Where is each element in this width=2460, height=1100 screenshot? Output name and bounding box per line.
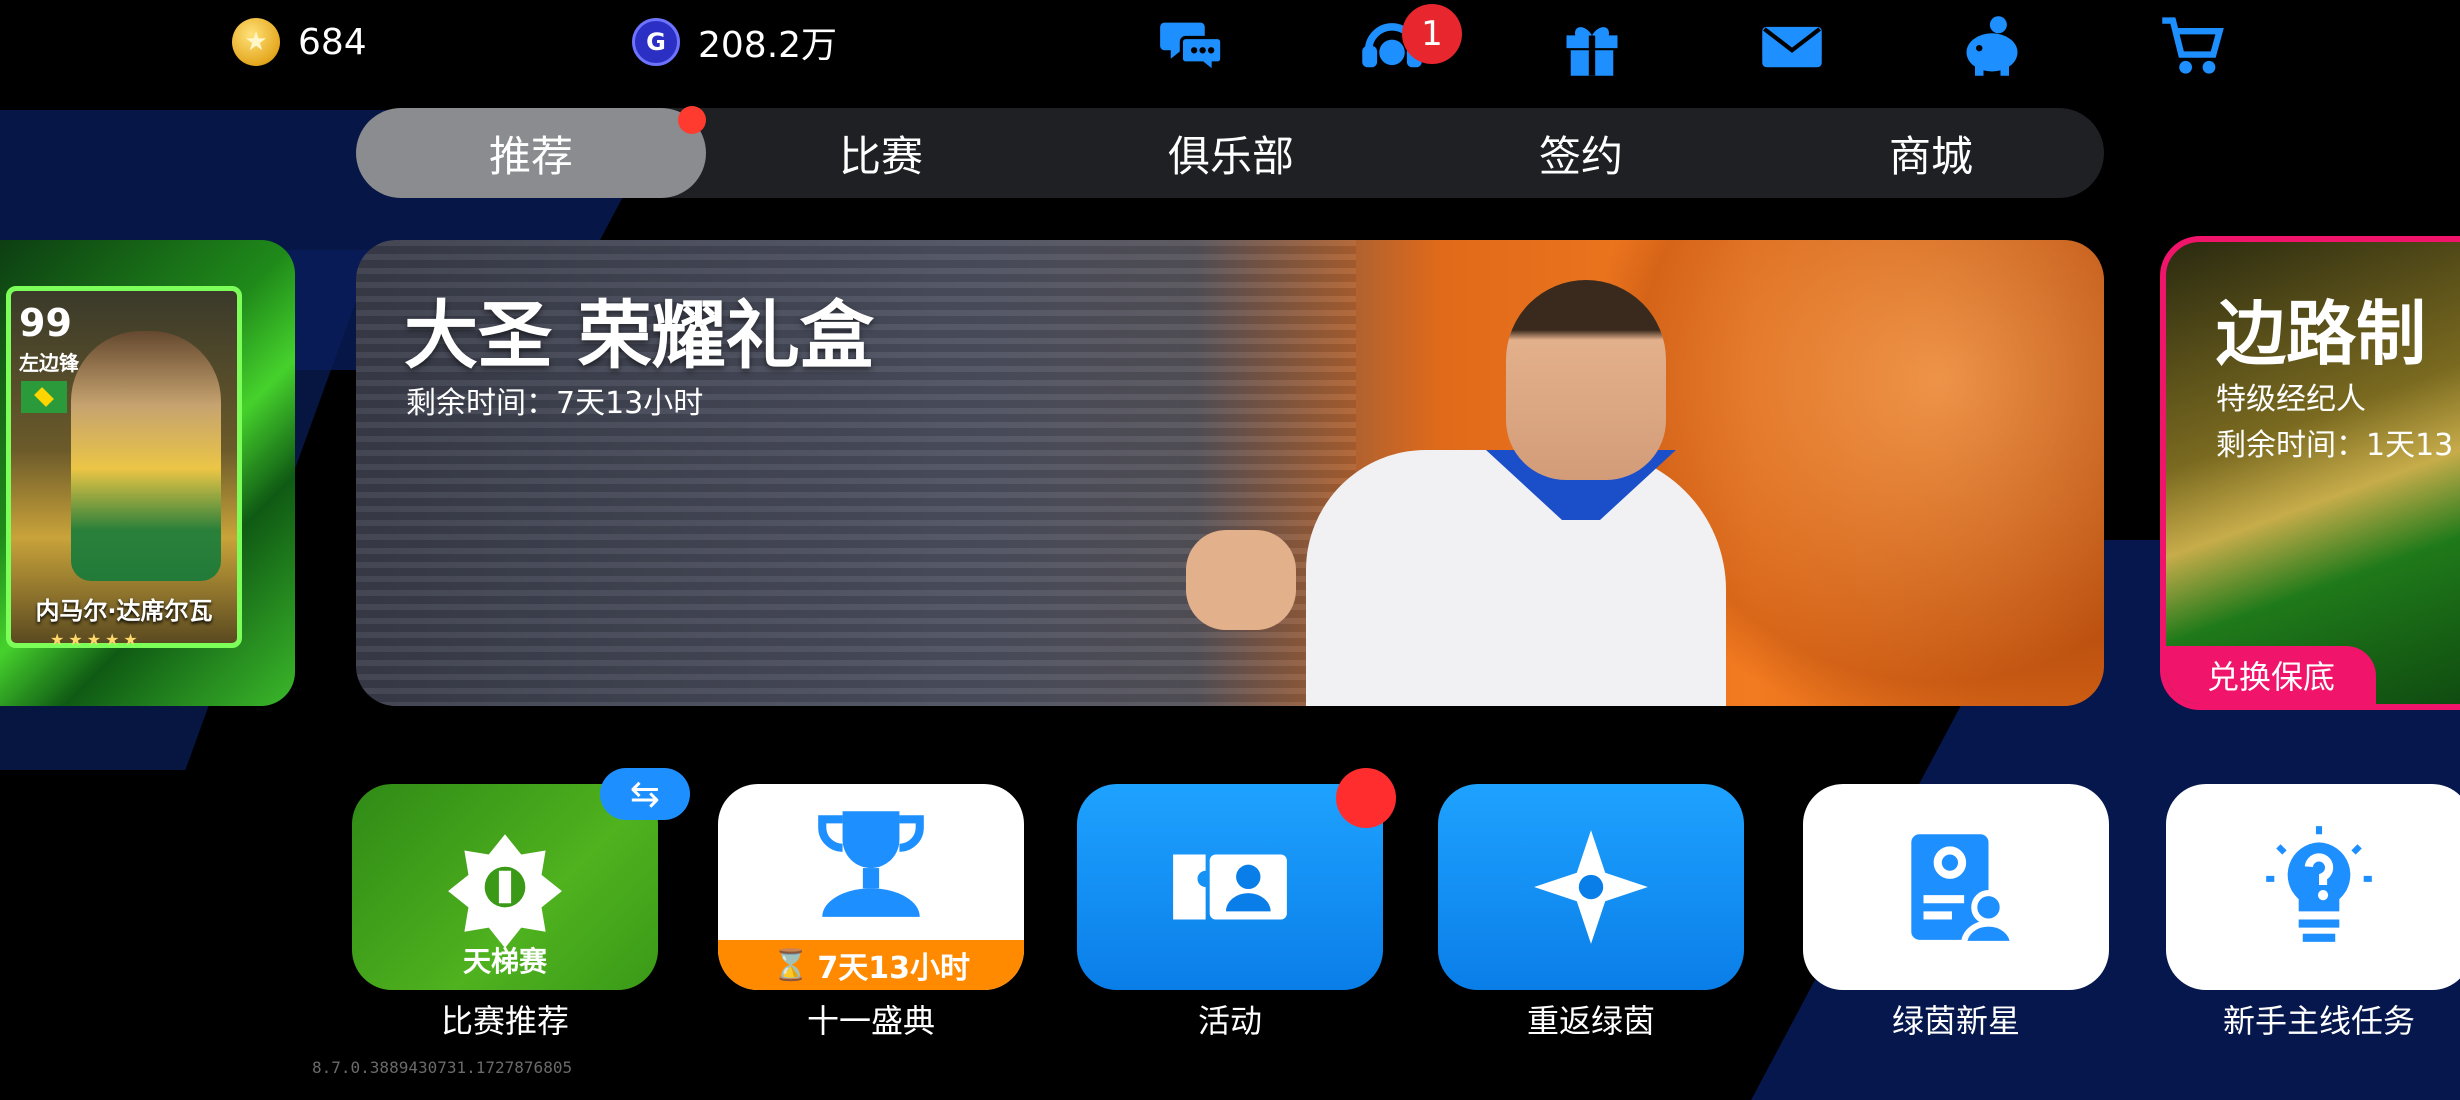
player-rating: 99 [19,301,72,345]
compass-star-icon [1438,784,1744,990]
player-card: 99 左边锋 内马尔·达席尔瓦 [6,286,242,648]
swap-icon[interactable]: ⇆ [600,768,690,820]
contract-icon [1803,784,2109,990]
tile-new-stars[interactable] [1803,784,2109,990]
countdown-strip: ⌛ 7天13小时 [718,940,1024,990]
tile-events[interactable] [1077,784,1383,990]
footballer-image [1186,280,1726,706]
card-countdown: 剩余时间：1天13 [2216,428,2454,463]
mail-icon[interactable] [1756,10,1828,82]
tab-contracts[interactable]: 签约 [1406,108,1756,198]
gp-amount: 208.2万 [698,25,838,66]
player-image [71,331,221,581]
tile-eleven-festival[interactable]: ⌛ 7天13小时 [718,784,1024,990]
tab-label: 推荐 [488,131,573,181]
tab-recommended[interactable]: 推荐 [356,106,706,198]
tile-return-to-pitch[interactable] [1438,784,1744,990]
ladder-label: 天梯赛 [462,945,547,978]
tab-label: 俱乐部 [1167,131,1294,181]
card-title: 边路制 [2216,293,2426,375]
tab-label: 商城 [1888,131,1973,181]
main-banner[interactable]: 大圣 荣耀礼盒 剩余时间：7天13小时 [356,240,2104,706]
notification-dot [1336,768,1396,828]
tab-label: 比赛 [838,131,923,181]
banner-countdown: 剩余时间：7天13小时 [406,386,704,421]
tile-beginner-missions[interactable] [2166,784,2460,990]
coin-icon: ★ [232,18,280,66]
tab-label: 签约 [1538,131,1623,181]
star-rating: ★★★★★ [50,630,142,649]
card-subtitle: 特级经纪人 [2216,382,2366,417]
chat-icon[interactable] [1156,10,1228,82]
tab-matches[interactable]: 比赛 [706,108,1056,198]
ticket-icon [1077,784,1383,990]
tab-shop[interactable]: 商城 [1756,108,2106,198]
main-tab-bar: 推荐 比赛 俱乐部 签约 商城 [356,106,2106,198]
coin-amount: 684 [298,21,367,63]
tile-label: 新手主线任务 [2222,1002,2415,1040]
cart-icon[interactable] [2156,10,2228,82]
tile-label: 比赛推荐 [440,1002,569,1040]
banner-title: 大圣 荣耀礼盒 [404,293,874,379]
tab-club[interactable]: 俱乐部 [1056,108,1406,198]
gp-icon: G [632,18,680,66]
player-name: 内马尔·达席尔瓦 [35,597,213,625]
piggy-bank-icon[interactable] [1956,10,2028,82]
notification-dot [678,106,706,134]
player-position: 左边锋 [19,351,79,375]
carousel-card-right[interactable]: 边路制 特级经纪人 剩余时间：1天13 兑换保底 [2160,236,2460,710]
support-icon[interactable]: 1 [1356,4,1462,82]
carousel-card-left[interactable]: 99 左边锋 内马尔·达席尔瓦 ★★★★★ [0,240,295,706]
exchange-guarantee-tag: 兑换保底 [2166,646,2376,704]
countdown-text: 7天13小时 [817,951,970,986]
coin-balance[interactable]: ★ 684 [232,18,367,66]
tile-label: 活动 [1197,1002,1262,1040]
tile-label: 十一盛典 [806,1002,935,1040]
version-text: 8.7.0.3889430731.1727876805 [312,1058,573,1077]
gp-balance[interactable]: G 208.2万 [632,18,837,66]
trophy-icon [718,784,1024,944]
hourglass-icon: ⌛ [772,947,810,983]
lightbulb-question-icon [2166,784,2460,990]
gift-icon[interactable] [1556,10,1628,82]
tile-label: 重返绿茵 [1526,1002,1655,1040]
notification-badge: 1 [1402,4,1462,64]
tile-label: 绿茵新星 [1891,1002,2020,1040]
brazil-flag-icon [21,381,67,413]
